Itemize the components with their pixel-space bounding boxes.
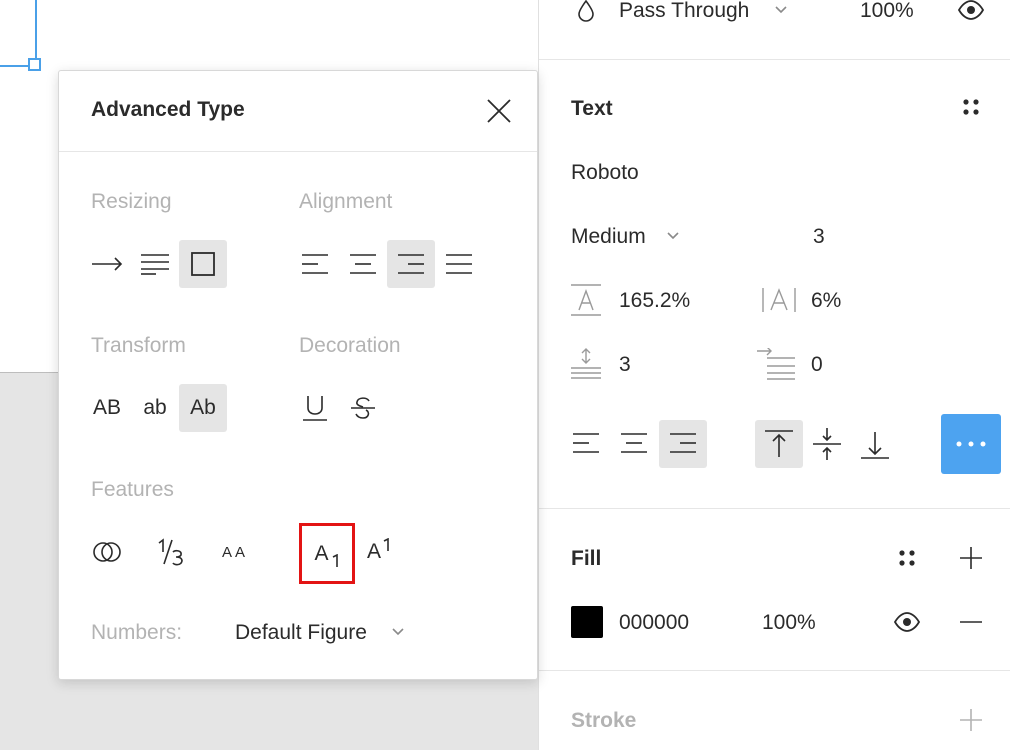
underline-button[interactable] bbox=[291, 384, 339, 432]
section-divider bbox=[539, 508, 1010, 509]
align-bottom-icon[interactable] bbox=[861, 430, 889, 460]
underline-icon bbox=[303, 396, 327, 421]
paragraph-spacing-icon bbox=[571, 348, 601, 379]
close-icon[interactable] bbox=[487, 99, 511, 123]
fractions-icon bbox=[158, 538, 183, 566]
layer-opacity[interactable]: 100% bbox=[860, 0, 914, 23]
align-center-icon[interactable] bbox=[619, 432, 649, 454]
fill-hex-input[interactable]: 000000 bbox=[619, 611, 689, 635]
align-justify-button[interactable] bbox=[435, 240, 483, 288]
eye-icon[interactable] bbox=[958, 0, 984, 20]
align-right-button[interactable] bbox=[387, 240, 435, 288]
fixed-size-button[interactable] bbox=[179, 240, 227, 288]
superscript-glyph: A bbox=[366, 540, 381, 563]
subscript-button[interactable]: A bbox=[299, 523, 355, 584]
font-size-input[interactable]: 3 bbox=[813, 225, 825, 249]
transform-label: Transform bbox=[91, 334, 186, 357]
resizing-label: Resizing bbox=[91, 190, 172, 213]
features-label: Features bbox=[91, 478, 174, 501]
numbers-select[interactable]: Default Figure bbox=[235, 621, 367, 645]
titlecase-button[interactable]: Ab bbox=[179, 384, 227, 432]
font-family-select[interactable]: Roboto bbox=[571, 161, 639, 185]
align-right-button[interactable] bbox=[659, 420, 707, 468]
chevron-down-icon[interactable] bbox=[774, 5, 788, 15]
remove-fill-icon[interactable] bbox=[959, 612, 983, 632]
subscript-glyph: A bbox=[314, 541, 329, 565]
more-dots-icon bbox=[956, 441, 986, 447]
section-divider bbox=[539, 670, 1010, 671]
eye-icon[interactable] bbox=[894, 612, 920, 632]
alignment-label: Alignment bbox=[299, 190, 393, 213]
popup-title: Advanced Type bbox=[91, 98, 245, 121]
ligatures-icon bbox=[93, 542, 121, 562]
blend-mode-drop-icon bbox=[578, 0, 594, 22]
text-section-title: Text bbox=[571, 97, 613, 120]
selection-edge-horizontal bbox=[0, 65, 30, 67]
subscript-one-icon bbox=[332, 553, 338, 567]
styles-grid-icon[interactable] bbox=[961, 97, 981, 117]
strikethrough-button[interactable] bbox=[339, 384, 387, 432]
paragraph-indent-icon bbox=[757, 348, 795, 380]
add-stroke-icon[interactable] bbox=[959, 708, 983, 732]
fractions-button[interactable] bbox=[147, 528, 195, 576]
fill-section-title: Fill bbox=[571, 547, 602, 570]
font-weight-select[interactable]: Medium bbox=[571, 225, 646, 249]
superscript-one-icon bbox=[383, 538, 389, 551]
paragraph-spacing-input[interactable]: 3 bbox=[619, 353, 631, 377]
uppercase-button[interactable]: AB bbox=[83, 384, 131, 432]
selection-edge bbox=[35, 0, 37, 66]
line-height-input[interactable]: 165.2% bbox=[619, 289, 690, 313]
numbers-label: Numbers: bbox=[91, 621, 183, 644]
advanced-type-popup: Advanced Type Resizing Alignment Transfo… bbox=[58, 70, 538, 680]
letter-spacing-input[interactable]: 6% bbox=[811, 289, 841, 313]
align-left-button[interactable] bbox=[291, 240, 339, 288]
advanced-type-button[interactable] bbox=[941, 414, 1001, 474]
line-height-icon bbox=[571, 284, 601, 316]
align-right-icon bbox=[398, 254, 424, 274]
align-left-icon[interactable] bbox=[571, 432, 601, 454]
lowercase-button[interactable]: ab bbox=[131, 384, 179, 432]
ligatures-button[interactable] bbox=[83, 528, 131, 576]
stroke-section-title: Stroke bbox=[571, 709, 637, 732]
small-caps-button[interactable]: AA bbox=[211, 528, 259, 576]
align-top-button[interactable] bbox=[755, 420, 803, 468]
align-middle-icon[interactable] bbox=[813, 428, 841, 460]
auto-height-icon bbox=[141, 254, 169, 275]
chevron-down-icon[interactable] bbox=[391, 627, 405, 637]
align-center-icon bbox=[350, 254, 376, 274]
decoration-label: Decoration bbox=[299, 334, 401, 357]
letter-spacing-icon bbox=[762, 288, 796, 312]
blend-mode-select[interactable]: Pass Through bbox=[619, 0, 749, 23]
align-justify-icon bbox=[446, 254, 472, 274]
chevron-down-icon[interactable] bbox=[666, 231, 680, 241]
selection-resize-handle[interactable] bbox=[28, 58, 41, 71]
align-center-button[interactable] bbox=[339, 240, 387, 288]
align-left-icon bbox=[302, 254, 328, 274]
align-right-icon bbox=[670, 433, 696, 453]
section-divider bbox=[539, 59, 1010, 60]
align-top-icon bbox=[765, 430, 793, 457]
strikethrough-icon bbox=[351, 397, 375, 419]
paragraph-indent-input[interactable]: 0 bbox=[811, 353, 823, 377]
add-fill-icon[interactable] bbox=[959, 546, 983, 570]
auto-height-button[interactable] bbox=[131, 240, 179, 288]
arrow-right-icon bbox=[92, 257, 123, 271]
styles-grid-icon[interactable] bbox=[897, 548, 917, 568]
auto-width-button[interactable] bbox=[83, 240, 131, 288]
properties-panel: Pass Through 100% Text Roboto Medium 3 1… bbox=[538, 0, 1010, 750]
fill-color-swatch[interactable] bbox=[571, 606, 603, 638]
popup-divider bbox=[59, 151, 537, 152]
superscript-button[interactable]: A bbox=[355, 528, 403, 576]
fill-opacity-input[interactable]: 100% bbox=[762, 611, 816, 635]
fixed-size-icon bbox=[191, 252, 215, 276]
